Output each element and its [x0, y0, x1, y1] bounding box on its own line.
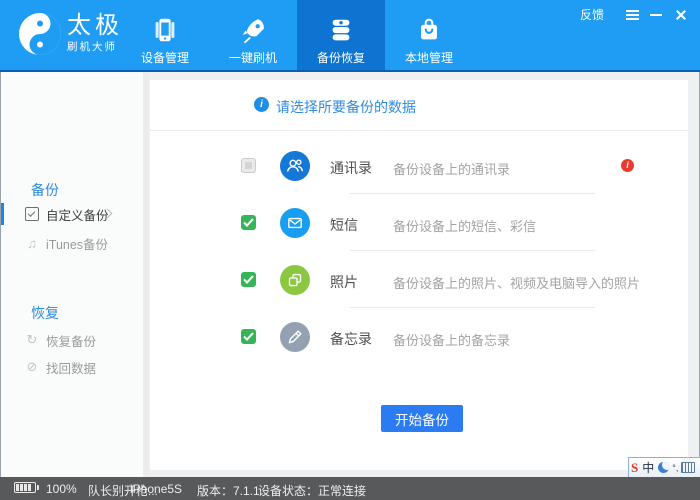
selected-indicator	[1, 203, 4, 225]
sms-icon	[280, 208, 310, 238]
sidebar-section-restore: 恢复	[31, 305, 59, 321]
rocket-icon	[238, 15, 268, 45]
row-photos[interactable]: 照片 备份设备上的照片、视频及电脑导入的照片	[150, 251, 688, 308]
notes-checkbox[interactable]	[241, 329, 256, 344]
tab-label: 设备管理	[140, 51, 189, 65]
contacts-checkbox[interactable]	[241, 158, 256, 173]
row-contacts[interactable]: 通讯录 备份设备上的通讯录 i	[150, 137, 688, 194]
tab-label: 本地管理	[404, 51, 453, 65]
ime-toolbar: S 中 °,	[628, 457, 700, 478]
taiji-logo-icon	[19, 13, 61, 55]
window-controls: 反馈	[580, 6, 692, 23]
sidebar-item-itunes-backup[interactable]: ♫ iTunes备份	[1, 232, 143, 254]
music-note-icon: ♫	[27, 235, 37, 251]
sidebar-section-backup: 备份	[31, 182, 59, 198]
sidebar-item-custom-backup[interactable]: 自定义备份	[1, 203, 143, 225]
recover-data-icon: ⊘	[26, 359, 38, 374]
app-logo: 太极 刷机大师	[18, 12, 123, 56]
device-status: 设备状态：正常连接	[258, 484, 367, 498]
moon-icon[interactable]	[658, 462, 670, 473]
main-nav: 设备管理 一键刷机 备份恢复 本地管理	[121, 0, 473, 70]
sidebar-item-recover-data[interactable]: ⊘ 找回数据	[1, 356, 143, 378]
photos-checkbox[interactable]	[241, 272, 256, 287]
keyboard-icon[interactable]	[681, 462, 696, 473]
notes-icon	[280, 322, 310, 352]
prompt-bar: i 请选择所要备份的数据	[150, 80, 688, 131]
ime-language-toggle[interactable]: 中	[642, 459, 654, 476]
header: 太极 刷机大师 设备管理 一键刷机 备份恢复 本地管理 反馈	[0, 0, 700, 70]
row-notes[interactable]: 备忘录 备份设备上的备忘录	[150, 308, 688, 365]
sidebar: 备份 自定义备份 ♫ iTunes备份 恢复 ↻ 恢复备份 ⊘ 找回数据	[1, 72, 149, 477]
phone-icon	[150, 15, 180, 45]
device-model: iPhone5S	[130, 482, 183, 496]
sogou-ime-icon[interactable]: S	[631, 460, 638, 476]
close-button[interactable]	[670, 7, 692, 23]
ime-punctuation-toggle[interactable]: °,	[672, 463, 678, 473]
warning-badge-icon[interactable]: i	[621, 159, 634, 172]
feedback-link[interactable]: 反馈	[580, 6, 604, 23]
menu-icon[interactable]	[622, 7, 644, 23]
logo-subtitle: 刷机大师	[67, 41, 117, 53]
row-sms[interactable]: 短信 备份设备上的短信、彩信	[150, 194, 688, 251]
sidebar-item-restore-backup[interactable]: ↻ 恢复备份	[1, 329, 143, 351]
database-icon	[326, 15, 356, 45]
photos-icon	[280, 265, 310, 295]
app-window: 太极 刷机大师 设备管理 一键刷机 备份恢复 本地管理 反馈 备份 自定义备份 …	[0, 0, 700, 500]
logo-title: 太极	[67, 12, 123, 39]
battery-percent: 100%	[46, 482, 77, 496]
tab-device-management[interactable]: 设备管理	[121, 0, 209, 70]
bag-icon	[414, 15, 444, 45]
sms-checkbox[interactable]	[241, 215, 256, 230]
info-icon: i	[254, 97, 269, 112]
tab-backup-restore[interactable]: 备份恢复	[297, 0, 385, 70]
tab-local-management[interactable]: 本地管理	[385, 0, 473, 70]
status-bar: 100% 队长别开枪... iPhone5S 版本：7.1.1 设备状态：正常连…	[0, 477, 700, 500]
start-backup-button[interactable]: 开始备份	[381, 405, 463, 432]
prompt-text: 请选择所要备份的数据	[276, 99, 416, 115]
minimize-button[interactable]	[646, 7, 668, 23]
tab-one-click-flash[interactable]: 一键刷机	[209, 0, 297, 70]
contacts-icon	[280, 151, 310, 181]
battery-full-icon	[14, 482, 39, 493]
checked-box-icon	[25, 207, 39, 221]
main-content: i 请选择所要备份的数据 通讯录 备份设备上的通讯录 i 短信 备份设备上的短信…	[150, 80, 688, 470]
backup-items-list: 通讯录 备份设备上的通讯录 i 短信 备份设备上的短信、彩信 照片 备份设备上的…	[150, 137, 688, 365]
version-label: 版本：7.1.1	[197, 484, 260, 498]
restore-arrow-icon: ↻	[26, 332, 38, 347]
tab-label: 一键刷机	[228, 51, 277, 65]
tab-label: 备份恢复	[316, 51, 365, 65]
